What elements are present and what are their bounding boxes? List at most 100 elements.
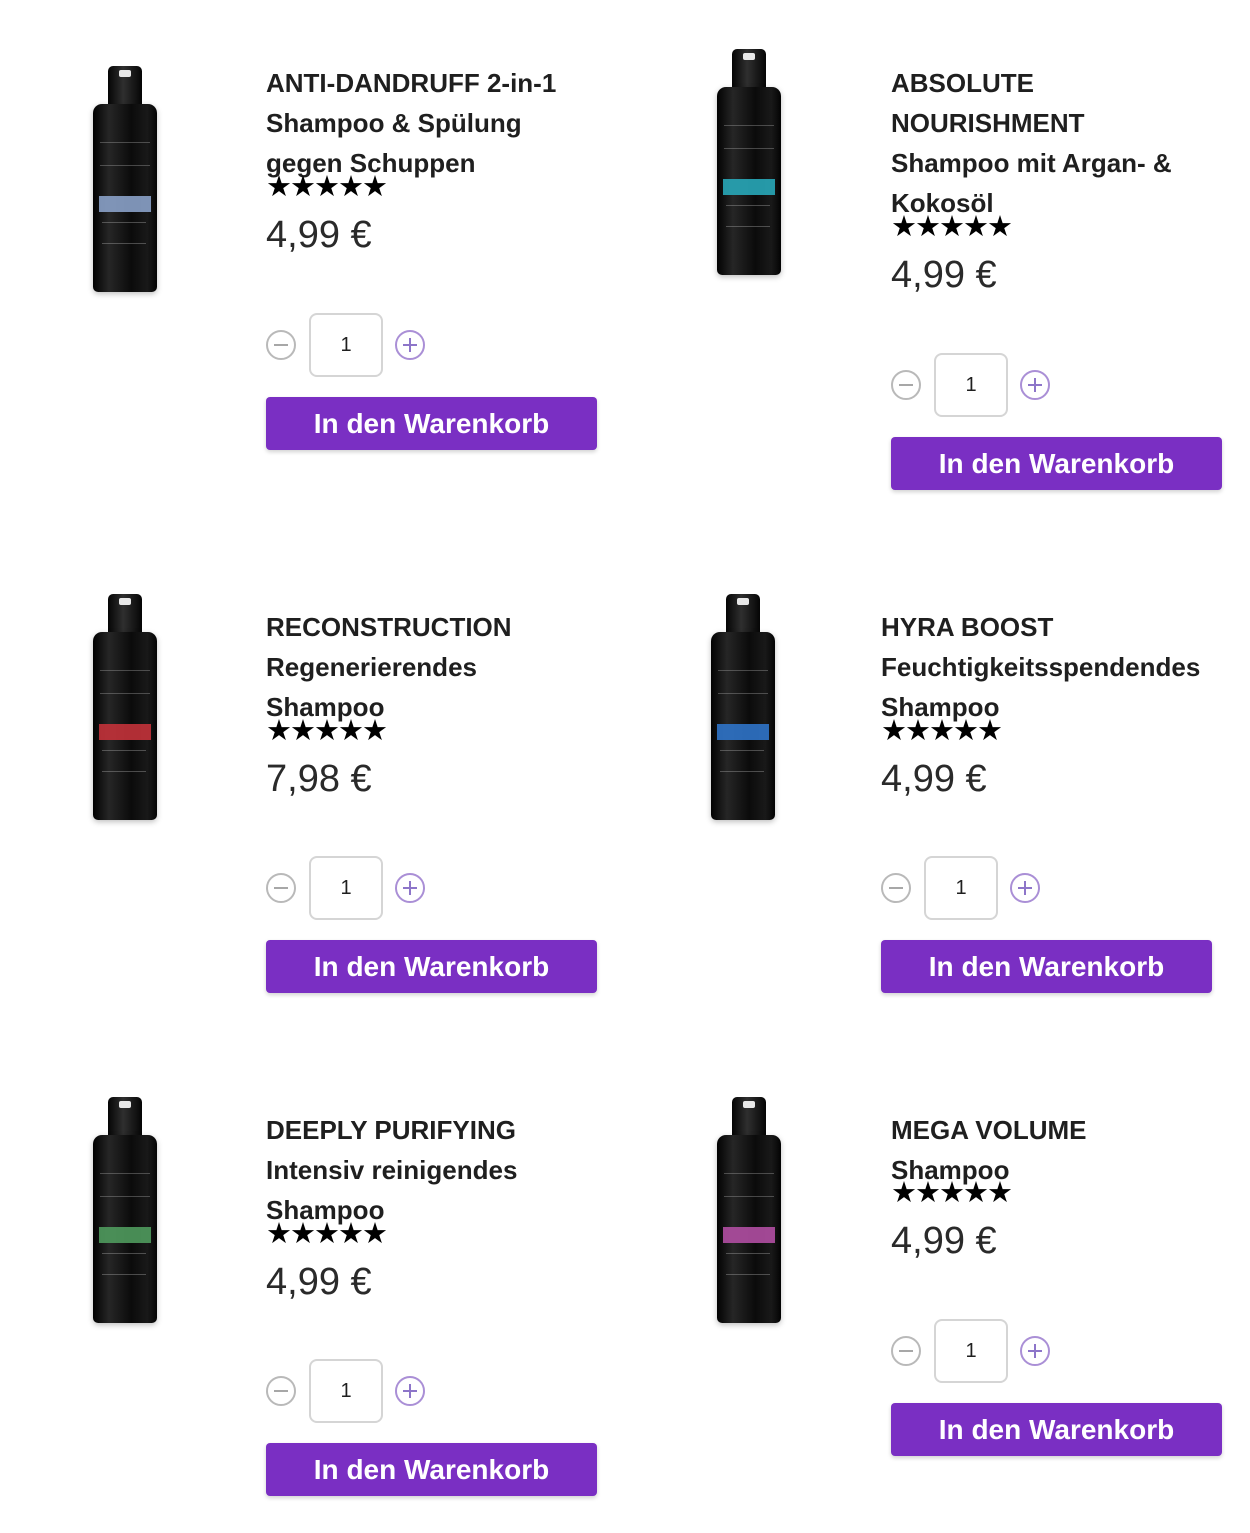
product-image[interactable] (713, 1097, 785, 1323)
shampoo-bottle (93, 632, 157, 820)
quantity-stepper (881, 856, 1045, 922)
rating-stars: ★★★★★ (881, 713, 1003, 747)
plus-circle-icon[interactable] (395, 873, 425, 903)
label-text (726, 205, 770, 227)
brand-mark (724, 125, 774, 149)
shampoo-bottle (711, 632, 775, 820)
brand-mark (100, 1173, 150, 1197)
shampoo-bottle (717, 87, 781, 275)
product-title-line: Feuchtigkeitsspendendes (881, 651, 1201, 682)
add-to-cart-button[interactable]: In den Warenkorb (266, 1443, 597, 1496)
product-price: 7,98 € (266, 758, 372, 800)
product-title[interactable]: RECONSTRUCTION Regenerierendes Shampoo (266, 607, 636, 727)
rating-stars: ★★★★★ (266, 169, 388, 203)
bottle-label (717, 724, 769, 740)
brand-mark (718, 670, 768, 694)
quantity-stepper (266, 1359, 430, 1425)
product-title-line: MEGA VOLUME (891, 1114, 1087, 1145)
plus-circle-icon[interactable] (1020, 1336, 1050, 1366)
product-title-line: Regenerierendes (266, 651, 477, 682)
product-image[interactable] (713, 49, 785, 275)
add-to-cart-button[interactable]: In den Warenkorb (881, 940, 1212, 993)
product-title[interactable]: HYRA BOOST Feuchtigkeitsspendendes Shamp… (881, 607, 1250, 727)
star-icon: ★★★★★ (266, 713, 388, 747)
minus-circle-icon[interactable] (881, 873, 911, 903)
add-to-cart-button[interactable]: In den Warenkorb (891, 1403, 1222, 1456)
product-image[interactable] (707, 594, 779, 820)
label-text (102, 222, 146, 244)
quantity-input[interactable] (934, 1319, 1008, 1383)
product-price: 4,99 € (266, 214, 372, 256)
bottle-label (99, 1227, 151, 1243)
product-title-line: ANTI-DANDRUFF 2-in-1 (266, 67, 557, 98)
quantity-stepper (266, 313, 430, 379)
bottle-label (723, 1227, 775, 1243)
label-text (726, 1253, 770, 1275)
star-icon: ★★★★★ (266, 169, 388, 203)
rating-stars: ★★★★★ (266, 1216, 388, 1250)
plus-circle-icon[interactable] (1020, 370, 1050, 400)
bottle-label (723, 179, 775, 195)
product-price: 4,99 € (891, 1220, 997, 1262)
add-to-cart-button[interactable]: In den Warenkorb (266, 940, 597, 993)
product-price: 4,99 € (881, 758, 987, 800)
shampoo-bottle (717, 1135, 781, 1323)
bottle-cap (108, 1097, 142, 1139)
bottle-cap (732, 49, 766, 91)
product-title-line: Shampoo mit Argan- & (891, 147, 1172, 178)
minus-circle-icon[interactable] (266, 330, 296, 360)
label-text (720, 750, 764, 772)
shampoo-bottle (93, 1135, 157, 1323)
quantity-stepper (891, 353, 1055, 419)
star-icon: ★★★★★ (891, 1175, 1013, 1209)
star-icon: ★★★★★ (266, 1216, 388, 1250)
bottle-cap (732, 1097, 766, 1139)
product-title[interactable]: DEEPLY PURIFYING Intensiv reinigendes Sh… (266, 1110, 636, 1230)
product-price: 4,99 € (266, 1261, 372, 1303)
plus-circle-icon[interactable] (1010, 873, 1040, 903)
product-title-line: NOURISHMENT (891, 107, 1085, 138)
minus-circle-icon[interactable] (891, 370, 921, 400)
minus-circle-icon[interactable] (266, 1376, 296, 1406)
plus-circle-icon[interactable] (395, 330, 425, 360)
quantity-stepper (266, 856, 430, 922)
quantity-stepper (891, 1319, 1055, 1385)
shampoo-bottle (93, 104, 157, 292)
star-icon: ★★★★★ (881, 713, 1003, 747)
product-title[interactable]: ANTI-DANDRUFF 2-in-1 Shampoo & Spülung g… (266, 63, 636, 183)
product-price: 4,99 € (891, 254, 997, 296)
rating-stars: ★★★★★ (266, 713, 388, 747)
minus-circle-icon[interactable] (891, 1336, 921, 1366)
label-text (102, 1253, 146, 1275)
product-title-line: ABSOLUTE (891, 67, 1034, 98)
plus-circle-icon[interactable] (395, 1376, 425, 1406)
brand-mark (724, 1173, 774, 1197)
product-image[interactable] (89, 594, 161, 820)
star-icon: ★★★★★ (891, 209, 1013, 243)
product-title-line: Intensiv reinigendes (266, 1154, 518, 1185)
quantity-input[interactable] (309, 313, 383, 377)
label-text (102, 750, 146, 772)
bottle-label (99, 196, 151, 212)
bottle-cap (108, 66, 142, 108)
add-to-cart-button[interactable]: In den Warenkorb (891, 437, 1222, 490)
product-image[interactable] (89, 66, 161, 292)
product-title-line: RECONSTRUCTION (266, 611, 512, 642)
bottle-cap (108, 594, 142, 636)
brand-mark (100, 142, 150, 166)
quantity-input[interactable] (934, 353, 1008, 417)
quantity-input[interactable] (309, 856, 383, 920)
product-title-line: HYRA BOOST (881, 611, 1054, 642)
rating-stars: ★★★★★ (891, 209, 1013, 243)
quantity-input[interactable] (309, 1359, 383, 1423)
product-title-line: DEEPLY PURIFYING (266, 1114, 516, 1145)
quantity-input[interactable] (924, 856, 998, 920)
product-title[interactable]: ABSOLUTE NOURISHMENT Shampoo mit Argan- … (891, 63, 1250, 223)
bottle-cap (726, 594, 760, 636)
rating-stars: ★★★★★ (891, 1175, 1013, 1209)
product-title-line: Shampoo & Spülung (266, 107, 522, 138)
minus-circle-icon[interactable] (266, 873, 296, 903)
product-image[interactable] (89, 1097, 161, 1323)
add-to-cart-button[interactable]: In den Warenkorb (266, 397, 597, 450)
bottle-label (99, 724, 151, 740)
